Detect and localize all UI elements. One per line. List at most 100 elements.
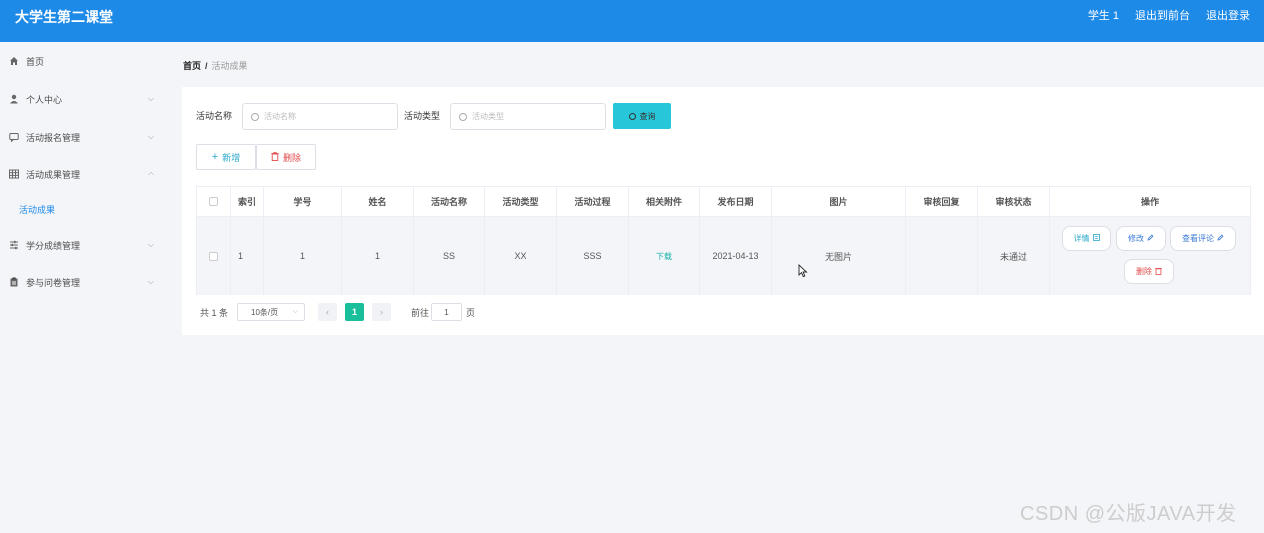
chevron-down-icon: ⌵ — [147, 240, 154, 249]
prev-page-button[interactable]: ‹ — [318, 303, 337, 321]
sliders-icon — [9, 240, 19, 250]
chat-icon — [9, 132, 19, 142]
watermark-text: CSDN @公版JAVA开发 — [1020, 503, 1237, 525]
breadcrumb: 首页 / 活动成果 — [183, 60, 248, 72]
cell-reply — [906, 217, 978, 295]
breadcrumb-current: 活动成果 — [211, 61, 248, 71]
chevron-down-icon: ⌵ — [147, 132, 154, 141]
cell-image: 无图片 — [772, 217, 906, 295]
header-actions: 学生 1 退出到前台 退出登录 — [1088, 9, 1250, 23]
column-header: 图片 — [772, 187, 906, 216]
view-comments-button-label: 查看评论 — [1182, 234, 1214, 243]
mouse-cursor-icon — [798, 263, 808, 278]
search-icon — [251, 112, 259, 121]
chevron-down-icon: ⌵ — [292, 308, 298, 315]
cell-activity-name: SS — [414, 217, 485, 295]
document-icon — [1092, 234, 1100, 243]
goto-page-input[interactable]: 1 — [431, 303, 462, 321]
breadcrumb-separator: / — [205, 61, 208, 71]
row-delete-button-label: 删除 — [1136, 267, 1152, 276]
page-suffix: 页 — [466, 308, 476, 318]
column-header: 相关附件 — [629, 187, 700, 216]
trash-icon — [271, 151, 279, 163]
cell-name: 1 — [342, 217, 414, 295]
next-page-button[interactable]: › — [372, 303, 391, 321]
clipboard-icon — [9, 277, 19, 287]
sidebar-item-personal-center[interactable]: 个人中心 ⌵ — [0, 89, 166, 109]
column-header: 审核回复 — [906, 187, 978, 216]
pagination-total: 共 1 条 — [200, 308, 229, 318]
grid-icon — [9, 169, 19, 179]
search-icon — [628, 112, 636, 120]
breadcrumb-home[interactable]: 首页 — [183, 61, 201, 71]
activity-name-placeholder: 活动名称 — [264, 112, 296, 121]
exit-to-front-link[interactable]: 退出到前台 — [1135, 9, 1190, 23]
sidebar-item-activity-signup[interactable]: 活动报名管理 ⌵ — [0, 127, 166, 147]
sidebar-item-label: 首页 — [26, 56, 45, 67]
trash-icon — [1155, 267, 1162, 277]
activity-type-placeholder: 活动类型 — [472, 112, 504, 121]
detail-button[interactable]: 详情 — [1062, 226, 1111, 251]
detail-button-label: 详情 — [1073, 234, 1090, 243]
app-title: 大学生第二课堂 — [15, 9, 113, 25]
row-delete-button[interactable]: 删除 — [1124, 259, 1174, 284]
search-icon — [459, 112, 467, 121]
cell-student-id: 1 — [264, 217, 342, 295]
sidebar-item-home[interactable]: 首页 — [0, 51, 166, 71]
column-header: 姓名 — [342, 187, 414, 216]
row-checkbox[interactable] — [209, 251, 218, 261]
column-header: 索引 — [231, 187, 264, 216]
add-button[interactable]: + 新增 — [196, 144, 256, 170]
logout-link[interactable]: 退出登录 — [1206, 9, 1250, 23]
cell-index: 1 — [231, 217, 264, 295]
sidebar-item-label: 活动报名管理 — [26, 132, 81, 143]
activity-type-input[interactable]: 活动类型 — [450, 103, 606, 130]
user-icon — [9, 94, 19, 104]
chevron-down-icon: ⌵ — [147, 277, 154, 286]
select-all-checkbox[interactable] — [209, 197, 218, 206]
table-row: 1 1 1 SS XX SSS 下载 2021-04-13 无图片 未通过 详情… — [197, 217, 1250, 295]
delete-button[interactable]: 删除 — [256, 144, 316, 170]
edit-button[interactable]: 修改 — [1116, 226, 1166, 251]
query-button-label: 查询 — [639, 111, 656, 121]
cell-process: SSS — [557, 217, 629, 295]
sidebar: 首页 个人中心 ⌵ 活动报名管理 ⌵ 活动成果管理 ⌵ 活动成果 学分成绩管理 … — [0, 42, 166, 533]
activity-type-label: 活动类型 — [404, 111, 441, 121]
edit-icon — [1217, 234, 1224, 243]
column-header: 审核状态 — [978, 187, 1050, 216]
sidebar-subitem-activity-results[interactable]: 活动成果 — [19, 203, 55, 216]
column-header: 活动过程 — [557, 187, 629, 216]
page-size-value: 10条/页 — [251, 307, 279, 317]
sidebar-item-label: 学分成绩管理 — [26, 240, 81, 251]
page-size-select[interactable]: 10条/页 ⌵ — [237, 303, 305, 321]
sidebar-item-label: 参与问卷管理 — [26, 277, 81, 288]
edit-icon — [1147, 234, 1154, 243]
column-header: 发布日期 — [700, 187, 772, 216]
column-header: 学号 — [264, 187, 342, 216]
activity-name-label: 活动名称 — [196, 111, 233, 121]
query-button[interactable]: 查询 — [613, 103, 671, 129]
sidebar-item-credit-scores[interactable]: 学分成绩管理 ⌵ — [0, 235, 166, 255]
view-comments-button[interactable]: 查看评论 — [1170, 226, 1236, 251]
column-header: 活动类型 — [485, 187, 557, 216]
user-label[interactable]: 学生 1 — [1088, 9, 1119, 23]
table-header: 索引 学号 姓名 活动名称 活动类型 活动过程 相关附件 发布日期 图片 审核回… — [197, 187, 1250, 217]
delete-button-label: 删除 — [282, 152, 301, 163]
cell-date: 2021-04-13 — [700, 217, 772, 295]
cell-attachment: 下载 — [629, 217, 700, 295]
download-link[interactable]: 下载 — [656, 251, 672, 262]
chevron-left-icon: ‹ — [326, 307, 329, 317]
add-button-label: 新增 — [222, 152, 241, 163]
sidebar-item-survey[interactable]: 参与问卷管理 ⌵ — [0, 272, 166, 292]
cell-activity-type: XX — [485, 217, 557, 295]
current-page-button[interactable]: 1 — [345, 303, 364, 321]
chevron-right-icon: › — [380, 307, 383, 317]
chevron-down-icon: ⌵ — [147, 94, 154, 103]
sidebar-item-activity-results[interactable]: 活动成果管理 ⌵ — [0, 164, 166, 184]
cell-operations: 详情 修改 查看评论 删除 — [1050, 217, 1250, 295]
goto-label: 前往 — [411, 308, 430, 318]
edit-button-label: 修改 — [1128, 234, 1144, 243]
chevron-up-icon: ⌵ — [147, 170, 154, 179]
activity-name-input[interactable]: 活动名称 — [242, 103, 398, 130]
main-panel: 活动名称 活动名称 活动类型 活动类型 查询 + 新增 删除 索引 学号 姓名 … — [182, 87, 1264, 335]
